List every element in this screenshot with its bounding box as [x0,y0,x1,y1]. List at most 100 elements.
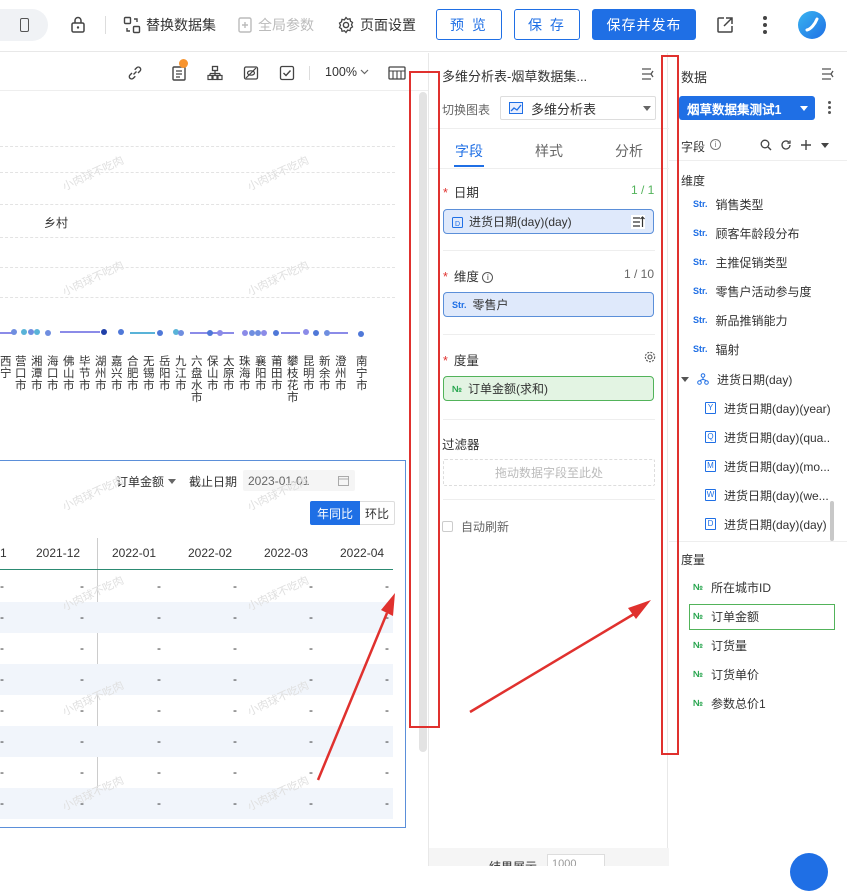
date-sub-label: 进货日期(day)(year) [724,401,831,416]
device-switch[interactable] [0,9,48,41]
mobile-icon [19,18,29,32]
date-sub-item[interactable]: Q 进货日期(day)(qua... [705,426,831,448]
result-display-input[interactable]: 1000 [547,854,605,866]
number-type-icon: № [693,698,704,708]
dimension-item[interactable]: Str. 零售户活动参与度 [693,280,833,302]
external-link-icon[interactable] [716,16,734,37]
measure-item[interactable]: № 订货单价 [693,663,833,685]
page-settings-button[interactable]: 页面设置 [337,0,416,50]
annotation-box-left [409,71,440,728]
info-icon: i [710,139,721,150]
caret-down-icon [800,106,808,111]
collapse-panel-icon[interactable] [821,68,835,80]
date-group-item[interactable]: 进货日期(day) [681,368,821,390]
measure-select-label: 订单金额 [116,475,165,489]
divider [669,160,847,161]
sort-icon[interactable] [631,215,645,229]
date-sub-label: 进货日期(day)(we... [724,488,829,503]
caret-down-icon[interactable] [821,143,829,148]
measure-item[interactable]: № 所在城市ID [693,576,833,598]
global-params-button[interactable]: 全局参数 [237,0,314,50]
toolbar-divider [309,66,310,80]
city-label: 湘潭市 [31,356,43,392]
auto-refresh-checkbox[interactable]: 自动刷新 [442,518,509,535]
date-group-label: 进货日期(day) [717,372,793,387]
city-label: 昆明市 [303,356,315,392]
gridline [0,146,395,147]
help-button[interactable] [790,853,828,891]
column-header: 2022-02 [188,546,233,560]
table-cell: - [0,610,4,624]
measure-select[interactable]: 订单金额 [116,473,177,490]
hide-icon[interactable] [243,65,259,81]
measure-item[interactable]: № 参数总价1 [693,692,833,714]
svg-text:D: D [455,221,460,228]
hierarchy-icon [697,373,709,385]
measure-item[interactable]: № 订货量 [693,634,833,656]
filter-drop-zone[interactable]: 拖动数据字段至此处 [443,459,655,486]
more-vertical-icon[interactable] [828,101,831,114]
date-sub-item[interactable]: W 进货日期(day)(we... [705,484,831,506]
dimension-label: 零售户活动参与度 [715,284,812,299]
tab-analysis[interactable]: 分析 [615,141,643,161]
cutoff-date-label: 截止日期 [189,475,238,489]
tab-style[interactable]: 样式 [535,141,563,161]
tab-fields[interactable]: 字段 [455,141,483,161]
lock-icon[interactable] [70,16,86,33]
date-sub-item[interactable]: D 进货日期(day)(day) [705,513,831,535]
dimension-field-chip[interactable]: Str. 零售户 [443,292,654,317]
annotation-box-right [661,55,679,755]
dimension-item[interactable]: Str. 顾客年龄段分布 [693,222,833,244]
search-icon[interactable] [760,139,772,151]
mom-button[interactable]: 环比 [360,501,396,525]
field-list-scrollbar[interactable] [830,501,834,541]
table-cell: - [80,672,84,686]
number-type-icon: № [693,669,704,679]
top-toolbar: 替换数据集 全局参数 页面设置 预 览 保 存 保存并发布 [0,0,847,52]
table-cell: - [309,765,313,779]
add-icon[interactable] [800,139,812,151]
replace-dataset-button[interactable]: 替换数据集 [123,0,216,50]
divider [669,541,847,542]
table-cell: - [80,703,84,717]
measure-item[interactable]: № 订单金额 [693,605,833,627]
zoom-select[interactable]: 100% [325,65,369,79]
city-label: 嘉兴市 [111,356,123,392]
refresh-icon[interactable] [780,139,792,151]
city-label: 襄阳市 [255,356,267,392]
date-sub-item[interactable]: Y 进货日期(day)(year) [705,397,831,419]
checkbox-box[interactable] [442,521,453,532]
dimension-field-label: 零售户 [472,298,509,312]
pivot-table-panel[interactable]: 订单金额 截止日期 2023-01-01 年同比 环比 1 2021-12 20… [0,460,406,828]
dimension-item[interactable]: Str. 辐射 [693,338,833,360]
dimension-item[interactable]: Str. 销售类型 [693,193,833,215]
report-icon[interactable] [171,59,188,81]
calendar-icon [338,476,349,486]
more-vertical-icon[interactable] [763,16,767,34]
dimension-label: 顾客年龄段分布 [715,226,800,241]
dimension-item[interactable]: Str. 主推促销类型 [693,251,833,273]
chart-type-select[interactable]: 多维分析表 [500,96,656,120]
yoy-button[interactable]: 年同比 [310,501,361,525]
measure-field-chip[interactable]: № 订单金额(求和) [443,376,654,401]
expand-arrow-icon[interactable] [681,376,689,382]
dimension-item[interactable]: Str. 新品推销能力 [693,309,833,331]
collapse-panel-icon[interactable] [641,68,655,80]
hierarchy-icon[interactable] [207,65,223,81]
link-icon[interactable] [127,65,143,81]
date-sub-item[interactable]: M 进货日期(day)(mo... [705,455,831,477]
table-layout-icon[interactable] [388,65,406,81]
divider [429,168,669,169]
checkbox-icon[interactable] [279,65,295,81]
chart-type-icon [509,102,523,114]
cutoff-date-input[interactable]: 2023-01-01 [243,470,355,491]
dataset-select[interactable]: 烟草数据集测试1 [679,96,815,120]
string-type-icon: Str. [693,344,708,354]
settings-icon[interactable] [644,351,656,363]
preview-button[interactable]: 预 览 [436,9,502,40]
table-cell: - [233,765,237,779]
save-button[interactable]: 保 存 [514,9,580,40]
result-display-label: 结果展示 [489,858,537,866]
date-field-chip[interactable]: D 进货日期(day)(day) [443,209,654,234]
save-publish-button[interactable]: 保存并发布 [592,9,696,40]
